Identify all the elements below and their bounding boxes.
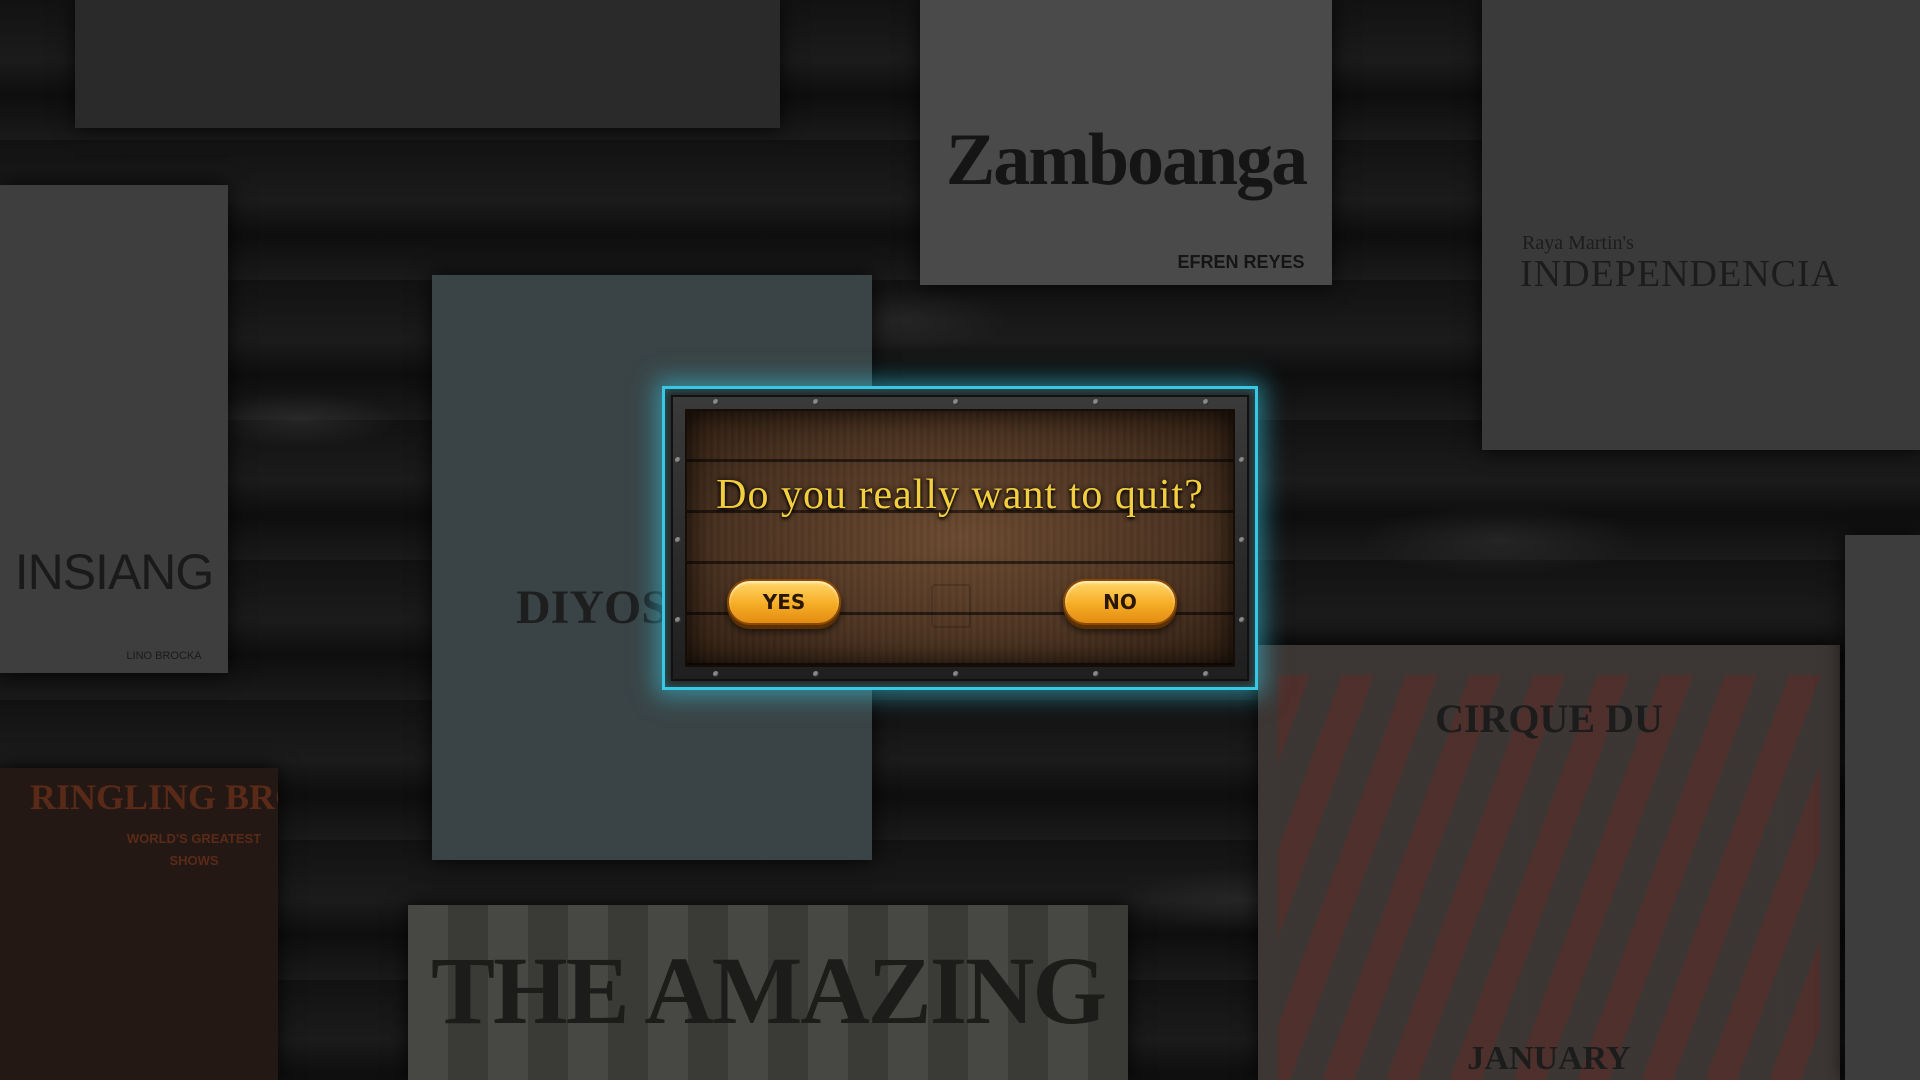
rivet-icon — [1093, 399, 1099, 405]
game-background: Zamboanga EFREN REYES Raya Martin's INDE… — [0, 0, 1920, 1080]
rivet-icon — [953, 671, 959, 677]
rivet-icon — [953, 399, 959, 405]
no-button[interactable]: NO — [1063, 579, 1177, 625]
rivet-icon — [1239, 537, 1245, 543]
poster-top-left — [75, 0, 780, 128]
rivet-icon — [1093, 671, 1099, 677]
poster-subtitle: JANUARY — [1467, 1040, 1631, 1077]
rivet-icon — [1203, 399, 1209, 405]
poster-title: THE AMAZING — [430, 937, 1107, 1044]
rivet-icon — [713, 399, 719, 405]
rivet-icon — [675, 457, 681, 463]
rivet-icon — [713, 671, 719, 677]
poster-title: Zamboanga — [945, 119, 1308, 201]
dialog-message: Do you really want to quit? — [716, 472, 1204, 518]
poster-subtitle: WORLD'S GREATEST SHOWS — [126, 831, 262, 868]
poster-cirque: CIRQUE DU JANUARY — [1258, 645, 1840, 1080]
wood-panel — [685, 409, 1235, 667]
poster-ringling: RINGLING BROS. WORLD'S GREATEST SHOWS — [0, 768, 278, 1080]
poster-title: INDEPENDENCIA — [1520, 253, 1840, 295]
poster-title: RINGLING BROS. — [30, 777, 278, 817]
rivet-icon — [1239, 617, 1245, 623]
poster-zamboanga: Zamboanga EFREN REYES — [920, 0, 1332, 285]
emblem-icon — [931, 584, 971, 628]
poster-insiang: INSIANG LINO BROCKA — [0, 185, 228, 673]
poster-title: CIRQUE DU — [1435, 696, 1663, 741]
poster-right-edge — [1845, 535, 1920, 1080]
poster-director: EFREN REYES — [1177, 252, 1305, 272]
rivet-icon — [1239, 457, 1245, 463]
poster-amazing: THE AMAZING — [408, 905, 1128, 1080]
poster-title: INSIANG — [14, 544, 215, 600]
poster-director: LINO BROCKA — [126, 650, 202, 662]
yes-button[interactable]: YES — [727, 579, 841, 625]
rivet-icon — [813, 671, 819, 677]
poster-independencia: Raya Martin's INDEPENDENCIA — [1482, 0, 1920, 450]
rivet-icon — [675, 617, 681, 623]
rivet-icon — [1203, 671, 1209, 677]
quit-dialog: Do you really want to quit? YES NO — [662, 386, 1258, 690]
rivet-icon — [675, 537, 681, 543]
rivet-icon — [813, 399, 819, 405]
